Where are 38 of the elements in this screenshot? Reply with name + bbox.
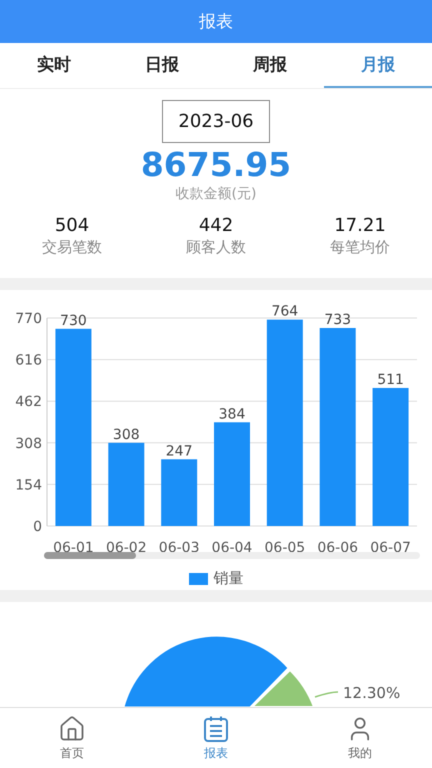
value-label: 384 xyxy=(218,406,246,422)
page-title: 报表 xyxy=(199,11,233,33)
scrollbar[interactable] xyxy=(44,552,420,559)
legend-swatch xyxy=(188,572,208,584)
axis-label: 616 xyxy=(15,352,42,369)
axis-label: 154 xyxy=(15,477,42,494)
stat-value: 504 xyxy=(54,215,90,237)
axis-label: 462 xyxy=(15,394,42,410)
home-icon xyxy=(58,714,86,742)
axis-label: 06-01 xyxy=(53,540,94,552)
axis-label: 06-04 xyxy=(212,540,252,552)
stat-label: 每笔均价 xyxy=(330,237,390,257)
stat-value: 442 xyxy=(198,215,234,237)
axis-label: 06-05 xyxy=(264,540,306,552)
axis-label: 06-02 xyxy=(106,540,147,552)
value-label: 730 xyxy=(60,312,87,329)
value-label: 247 xyxy=(166,443,192,460)
axis-label: 06-03 xyxy=(158,540,200,552)
value-label: 733 xyxy=(324,312,352,328)
axis-label: 06-06 xyxy=(317,540,358,552)
stat-label: 顾客人数 xyxy=(186,237,246,257)
leader-line xyxy=(314,691,338,698)
value-label: 511 xyxy=(377,372,404,388)
axis-label: 06-07 xyxy=(370,540,411,552)
stat-value: 17.21 xyxy=(334,215,386,237)
value-label: 308 xyxy=(112,426,140,443)
month-picker[interactable]: 2023-06 xyxy=(162,100,270,143)
slice-label: 12.30% xyxy=(343,684,400,702)
legend-label: 销量 xyxy=(214,569,244,588)
list-icon xyxy=(203,714,229,742)
value-label: 764 xyxy=(272,304,298,320)
stat-label: 交易笔数 xyxy=(42,237,102,257)
axis-label: 770 xyxy=(15,311,42,327)
bar xyxy=(161,459,198,526)
amount-value: 8675.95 xyxy=(140,145,292,185)
axis-label: 0 xyxy=(33,519,42,535)
amount-label: 收款金额(元) xyxy=(176,185,256,203)
axis-label: 308 xyxy=(15,436,42,452)
